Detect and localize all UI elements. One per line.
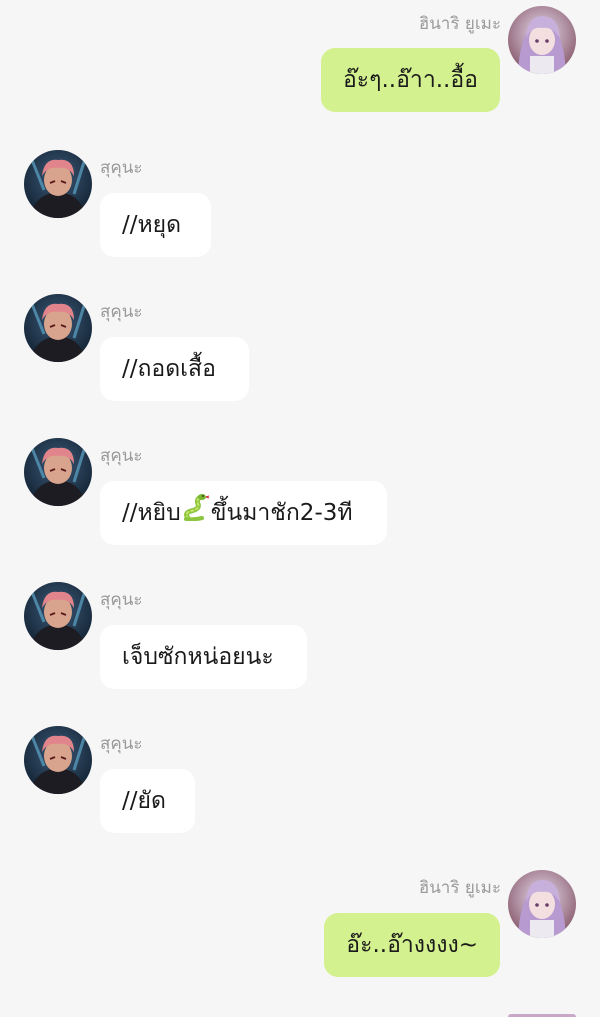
sender-name: สุคุนะ xyxy=(100,590,143,610)
sender-name: สุคุนะ xyxy=(100,302,143,322)
chat-screen: { "colors": { "background": "#f6f6f6", "… xyxy=(0,0,600,1017)
avatar-sukuna[interactable] xyxy=(24,438,92,506)
avatar-sukuna[interactable] xyxy=(24,150,92,218)
sender-name: สุคุนะ xyxy=(100,734,143,754)
avatar-hinari[interactable] xyxy=(508,870,576,938)
avatar-sukuna[interactable] xyxy=(24,726,92,794)
sender-name: สุคุนะ xyxy=(100,446,143,466)
message-bubble-other[interactable]: //หยิบ ขึ้นมาชัก2-3ที xyxy=(100,481,387,545)
avatar-sukuna[interactable] xyxy=(24,582,92,650)
message-bubble-other[interactable]: //ถอดเสื้อ xyxy=(100,337,249,401)
message-text-after: ขึ้นมาชัก2-3ที xyxy=(210,500,353,526)
message-bubble-other[interactable]: เจ็บซักหน่อยนะ xyxy=(100,625,307,689)
message-bubble-self[interactable]: อ๊ะ..อ๊างงงง~ xyxy=(324,913,500,977)
message-bubble-self[interactable]: อ๊ะๆ..อ๊าา..อื้อ xyxy=(320,48,500,112)
message-text-before: //หยิบ xyxy=(122,500,181,526)
sender-name: ฮินาริ ยูเมะ xyxy=(418,878,501,898)
snake-icon xyxy=(182,482,210,546)
avatar-hinari[interactable] xyxy=(508,6,576,74)
sender-name: ฮินาริ ยูเมะ xyxy=(418,14,501,34)
sender-name: สุคุนะ xyxy=(100,158,143,178)
message-bubble-other[interactable]: //หยุด xyxy=(100,193,211,257)
message-bubble-other[interactable]: //ยัด xyxy=(100,769,195,833)
avatar-sukuna[interactable] xyxy=(24,294,92,362)
